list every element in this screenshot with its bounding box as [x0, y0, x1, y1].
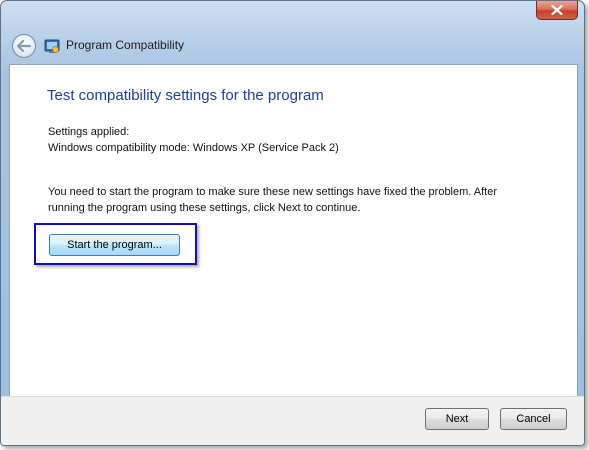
instructions-text: You need to start the program to make su…	[48, 184, 568, 216]
instructions-line-2: running the program using these settings…	[48, 202, 361, 214]
main-content: Test compatibility settings for the prog…	[9, 64, 578, 397]
start-program-button[interactable]: Start the program...	[49, 234, 180, 256]
window-title: Program Compatibility	[66, 38, 185, 52]
back-button[interactable]	[12, 34, 36, 58]
navigation-row: Program Compatibility	[1, 31, 584, 63]
program-compatibility-icon	[44, 38, 60, 54]
back-arrow-icon	[16, 37, 32, 56]
close-button[interactable]	[536, 1, 578, 20]
footer-bar: Next Cancel	[1, 396, 584, 445]
title-bar	[1, 1, 584, 31]
settings-applied-label: Settings applied:	[48, 126, 130, 138]
next-button[interactable]: Next	[425, 408, 489, 430]
instructions-line-1: You need to start the program to make su…	[48, 186, 498, 198]
cancel-button[interactable]: Cancel	[500, 408, 567, 430]
program-compatibility-window: Program Compatibility Test compatibility…	[0, 0, 585, 446]
compatibility-mode-value: Windows compatibility mode: Windows XP (…	[48, 142, 339, 154]
close-icon	[551, 5, 563, 15]
page-heading: Test compatibility settings for the prog…	[47, 87, 324, 104]
